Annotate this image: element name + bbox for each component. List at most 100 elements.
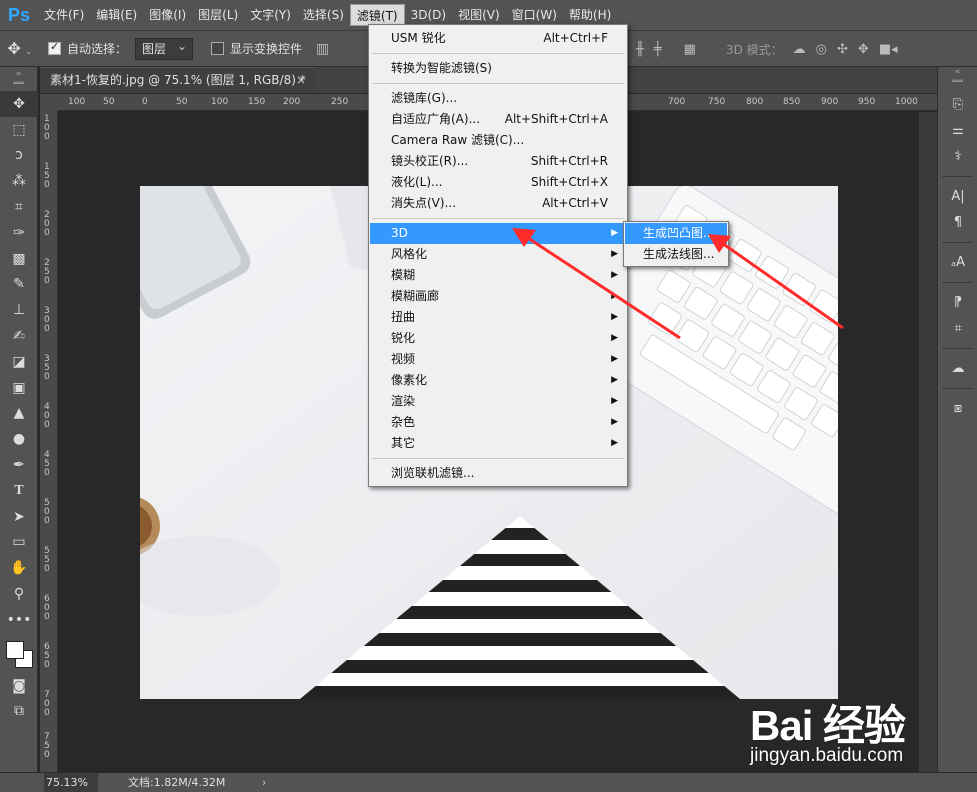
menu-view[interactable]: 视图(V): [452, 4, 506, 26]
auto-select-target-dropdown[interactable]: 图层: [135, 36, 194, 60]
ruler-top-label: 50: [103, 97, 115, 107]
quick-mask-icon[interactable]: ◙: [0, 673, 38, 699]
paragraph-styles-icon[interactable]: ⁋: [938, 289, 977, 315]
zoom-icon[interactable]: ⚲: [0, 581, 38, 607]
menu-3d[interactable]: 3D(D): [405, 4, 452, 26]
menu-item-video[interactable]: 视频 ▶: [370, 349, 626, 370]
zoom-level-field[interactable]: 75.13%: [44, 773, 98, 792]
move-icon[interactable]: ✥: [0, 91, 38, 117]
menu-separator: [372, 458, 624, 459]
menu-item-generate-bump-map[interactable]: 生成凹凸图...: [625, 223, 727, 244]
close-tab-icon[interactable]: ×: [296, 68, 306, 93]
brush-icon[interactable]: ✎: [0, 272, 38, 298]
dodge-icon[interactable]: ●: [0, 426, 38, 452]
history-icon[interactable]: ⎘: [938, 91, 977, 117]
adjustments-icon[interactable]: ⚌: [938, 117, 977, 143]
show-transform-checkbox[interactable]: [211, 42, 225, 55]
menu-item-browse-online-filters[interactable]: 浏览联机滤镜...: [370, 463, 626, 484]
menu-item-usm-sharpen[interactable]: USM 锐化 Alt+Ctrl+F: [370, 28, 626, 49]
rectangle-icon[interactable]: ▭: [0, 530, 38, 556]
menu-item-lens-correction[interactable]: 镜头校正(R)... Shift+Ctrl+R: [370, 151, 626, 172]
menu-layer[interactable]: 图层(L): [192, 4, 244, 26]
lasso-icon[interactable]: ↄ: [0, 143, 38, 169]
marquee-icon[interactable]: ⬚: [0, 117, 38, 143]
more-tools-icon[interactable]: •••: [0, 607, 38, 633]
menu-item-pixelate[interactable]: 像素化 ▶: [370, 370, 626, 391]
menu-select[interactable]: 选择(S): [297, 4, 350, 26]
3d-roll-icon[interactable]: ◎: [816, 42, 827, 57]
ruler-left-label: 4 0 0: [44, 402, 50, 430]
tools-panel-grip[interactable]: » ══: [0, 67, 37, 91]
ruler-top-label: 1000: [895, 97, 918, 107]
menu-item-adaptive-wide-angle[interactable]: 自适应广角(A)... Alt+Shift+Ctrl+A: [370, 109, 626, 130]
foreground-color[interactable]: [6, 640, 24, 659]
auto-align-icon[interactable]: ▦: [684, 42, 696, 57]
menu-item-vanishing-point[interactable]: 消失点(V)... Alt+Ctrl+V: [370, 193, 626, 214]
ruler-left-label: 1 5 0: [44, 162, 50, 190]
type-icon[interactable]: T: [0, 478, 38, 504]
3d-rotate-icon[interactable]: ☁: [793, 42, 806, 57]
right-dock-grip[interactable]: «══: [938, 67, 977, 91]
character-styles-icon[interactable]: ₐA: [938, 249, 977, 275]
status-menu-arrow[interactable]: ›: [262, 773, 266, 792]
screen-mode-icon[interactable]: ⧉: [0, 699, 38, 725]
menu-item-liquify[interactable]: 液化(L)... Shift+Ctrl+X: [370, 172, 626, 193]
eyedropper-icon[interactable]: ✑: [0, 220, 38, 246]
menu-item-sharpen[interactable]: 锐化 ▶: [370, 328, 626, 349]
3d-submenu: 生成凹凸图... 生成法线图...: [623, 221, 729, 267]
align-top-icon[interactable]: ▥: [316, 41, 329, 57]
menu-edit[interactable]: 编辑(E): [90, 4, 143, 26]
menu-item-shortcut: Shift+Ctrl+X: [531, 175, 608, 189]
menu-item-convert-smart-filter[interactable]: 转换为智能滤镜(S): [370, 58, 626, 79]
magic-wand-icon[interactable]: ⁂: [0, 168, 38, 194]
color-swatches[interactable]: [0, 633, 37, 673]
history-brush-icon[interactable]: ✍: [0, 323, 38, 349]
distribute-right-icon[interactable]: ╪: [654, 42, 662, 57]
3d-panel-icon[interactable]: ⧆: [938, 395, 977, 421]
menu-item-stylize[interactable]: 风格化 ▶: [370, 244, 626, 265]
clone-stamp-icon[interactable]: ⊥: [0, 297, 38, 323]
3d-pan-icon[interactable]: ✣: [837, 42, 848, 57]
menu-item-render[interactable]: 渲染 ▶: [370, 391, 626, 412]
menu-item-other[interactable]: 其它 ▶: [370, 433, 626, 454]
menu-window[interactable]: 窗口(W): [506, 4, 563, 26]
distribute-center-icon[interactable]: ╫: [636, 42, 644, 57]
menu-item-label: 3D: [391, 226, 408, 240]
menu-item-blur-gallery[interactable]: 模糊画廊 ▶: [370, 286, 626, 307]
crop-icon[interactable]: ⌗: [0, 194, 38, 220]
menu-item-noise[interactable]: 杂色 ▶: [370, 412, 626, 433]
ruler-corner[interactable]: [40, 94, 58, 111]
move-tool-preset-icon[interactable]: ✥ ⌄: [0, 39, 40, 58]
vertical-scrollbar[interactable]: [919, 112, 937, 772]
menu-item-camera-raw[interactable]: Camera Raw 滤镜(C)...: [370, 130, 626, 151]
pen-icon[interactable]: ✒: [0, 452, 38, 478]
menu-item-filter-gallery[interactable]: 滤镜库(G)...: [370, 88, 626, 109]
brush-settings-icon[interactable]: ⚕: [938, 143, 977, 169]
menu-item-3d[interactable]: 3D ▶: [370, 223, 626, 244]
crop-panel-icon[interactable]: ⌗: [938, 315, 977, 341]
path-selection-icon[interactable]: ➤: [0, 504, 38, 530]
gradient-icon[interactable]: ▣: [0, 375, 38, 401]
menu-item-distort[interactable]: 扭曲 ▶: [370, 307, 626, 328]
auto-select-checkbox[interactable]: [48, 40, 61, 55]
ps-logo: Ps: [7, 4, 31, 25]
document-tab[interactable]: 素材1-恢复的.jpg @ 75.1% (图层 1, RGB/8) * ×: [40, 67, 316, 93]
healing-brush-icon[interactable]: ▩: [0, 246, 38, 272]
3d-slide-icon[interactable]: ✥: [858, 42, 869, 57]
menu-filter[interactable]: 滤镜(T): [349, 4, 405, 26]
eraser-icon[interactable]: ◪: [0, 349, 38, 375]
libraries-icon[interactable]: ☁: [938, 355, 977, 381]
menu-help[interactable]: 帮助(H): [563, 4, 617, 26]
3d-scale-icon[interactable]: ■◂: [879, 42, 898, 57]
menu-item-label: 滤镜库(G)...: [391, 91, 458, 105]
blur-icon[interactable]: ▲: [0, 401, 38, 427]
menu-item-blur[interactable]: 模糊 ▶: [370, 265, 626, 286]
menu-image[interactable]: 图像(I): [143, 4, 192, 26]
hand-icon[interactable]: ✋: [0, 555, 38, 581]
menu-item-generate-normal-map[interactable]: 生成法线图...: [625, 244, 727, 265]
ruler-left[interactable]: 1 0 0 1 5 0 2 0 0 2 5 0 3 0 0 3 5 0 4 0 …: [40, 111, 58, 773]
character-icon[interactable]: A|: [938, 183, 977, 209]
menu-type[interactable]: 文字(Y): [244, 4, 297, 26]
menu-file[interactable]: 文件(F): [38, 4, 90, 26]
paragraph-icon[interactable]: ¶: [938, 209, 977, 235]
